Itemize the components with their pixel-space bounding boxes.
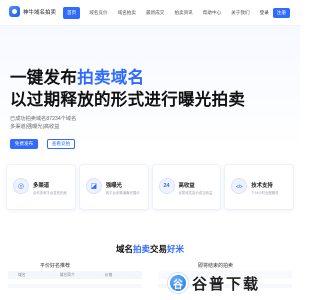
right-column-title: 即将结束的拍卖 [198, 263, 234, 269]
auth-links: 登录 注册 [260, 8, 290, 18]
nav-item-auction[interactable]: 域名拍卖 [118, 7, 136, 19]
code-icon: </> [231, 178, 248, 194]
left-table-header: 域名 域名简介 价格 [8, 271, 142, 279]
logo-text: 神牛域名拍卖 [23, 9, 57, 16]
hero-tagline: 多渠道|强曝光|高收益 [10, 124, 60, 130]
hero-stats-text: 已成功拍卖域名87234个域名 [10, 116, 77, 122]
login-link[interactable]: 登录 [260, 10, 269, 16]
feature-title: 多渠道 [33, 183, 50, 189]
broadcast-icon: ◎ [13, 178, 29, 194]
feature-desc: 优质域名高价成交收益 [178, 191, 213, 195]
hero-headline-line2: 以过期释放的形式进行曝光拍卖 [10, 91, 246, 109]
col-header-intro: 域名简介 [59, 272, 75, 277]
nav-item-latest-deals[interactable]: 最新成交 [146, 7, 164, 19]
col-header-domain: 域名 [18, 272, 26, 277]
feature-card-exposure: ◪ 强曝光 各平台多渠道曝光展示 [78, 164, 149, 210]
nav-item-help[interactable]: 帮助中心 [203, 7, 221, 19]
col-header-price: 价格 [104, 272, 113, 277]
nav-item-about[interactable]: 关于我们 [231, 7, 249, 19]
watermark-badge-icon: 谷 [168, 273, 188, 293]
tag-icon: ◪ [85, 178, 102, 194]
view-auctions-button[interactable]: 查看竞拍 [47, 139, 75, 149]
clock-24-icon: 24 [158, 178, 175, 194]
top-nav: 神牛域名拍卖 首页 域名竞价 域名拍卖 最新成交 拍卖资讯 帮助中心 关于我们 … [0, 0, 300, 26]
feature-card-channels: ◎ 多渠道 合作多家平台发布拍卖 [6, 164, 76, 210]
hero-headline: 一键发布拍卖域名 [10, 64, 144, 88]
table-row [8, 284, 142, 288]
site-logo[interactable]: 神牛域名拍卖 [9, 6, 56, 17]
feature-cards: ◎ 多渠道 合作多家平台发布拍卖 ◪ 强曝光 各平台多渠道曝光展示 24 高收益… [6, 164, 294, 210]
feature-desc: 各平台多渠道曝光展示 [105, 191, 140, 195]
left-column-title: 平价好名推荐 [40, 263, 71, 269]
feature-title: 强曝光 [105, 183, 122, 189]
feature-desc: 合作多家平台发布拍卖 [33, 191, 67, 195]
feature-title: 高收益 [178, 183, 195, 189]
feature-card-support: </> 技术支持 7*24小时全程服务 [224, 164, 294, 210]
feature-card-revenue: 24 高收益 优质域名高价成交收益 [151, 164, 222, 210]
publish-button[interactable]: 免费发布 [10, 139, 38, 149]
main-menu: 首页 域名竞价 域名拍卖 最新成交 拍卖资讯 帮助中心 关于我们 [60, 0, 250, 26]
logo-icon [9, 6, 20, 17]
nav-item-news[interactable]: 拍卖资讯 [174, 7, 192, 19]
register-button[interactable]: 注册 [272, 8, 290, 18]
section-title: 域名拍卖交易好米 [115, 244, 185, 254]
nav-item-bidding[interactable]: 域名竞价 [89, 7, 107, 19]
feature-desc: 7*24小时全程服务 [251, 191, 279, 195]
headline-highlight: 拍卖域名 [77, 69, 145, 87]
watermark: 谷 谷普下载 [168, 270, 292, 296]
headline-text: 一键发布 [10, 69, 78, 87]
watermark-text: 谷普下载 [192, 275, 261, 293]
feature-title: 技术支持 [251, 183, 273, 189]
nav-item-home[interactable]: 首页 [63, 7, 81, 19]
